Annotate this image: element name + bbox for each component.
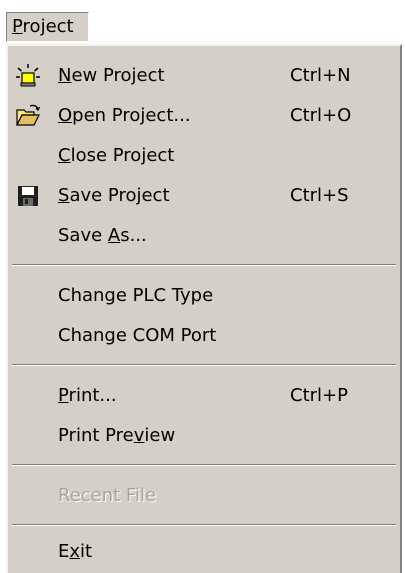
menu-item-recent-file: Recent File bbox=[8, 476, 400, 516]
menubar-project-label: roject bbox=[22, 16, 74, 37]
label-prefix: Save bbox=[58, 225, 108, 246]
menu-item-print-preview[interactable]: Print Preview bbox=[8, 416, 400, 456]
label-accelerator: A bbox=[107, 225, 121, 246]
label-prefix: E bbox=[58, 541, 70, 562]
menu-item-label: Change COM Port bbox=[58, 325, 217, 346]
menu-item-label: Change PLC Type bbox=[58, 285, 214, 306]
label-accelerator: C bbox=[58, 145, 71, 166]
menu-item-new-project[interactable]: New Project Ctrl+N bbox=[8, 56, 400, 96]
menu-item-exit[interactable]: Exit bbox=[8, 532, 400, 572]
menu-separator bbox=[12, 524, 396, 526]
label-accelerator: v bbox=[133, 425, 145, 446]
label-accelerator: O bbox=[58, 105, 73, 126]
label-accelerator: S bbox=[58, 185, 70, 206]
menu-item-change-com-port[interactable]: Change COM Port bbox=[8, 316, 400, 356]
menu-item-label: Print Preview bbox=[58, 416, 175, 456]
menu-item-save-project[interactable]: Save Project Ctrl+S bbox=[8, 176, 400, 216]
menu-item-change-plc-type[interactable]: Change PLC Type bbox=[8, 276, 400, 316]
menu-item-label: Recent File bbox=[58, 485, 157, 506]
menu-item-label: Save As... bbox=[58, 216, 147, 256]
new-project-icon bbox=[15, 63, 41, 89]
menu-separator bbox=[12, 264, 396, 266]
label-accelerator: x bbox=[69, 541, 81, 562]
label-suffix: ew Project bbox=[71, 65, 165, 86]
menu-item-close-project[interactable]: Close Project bbox=[8, 136, 400, 176]
shortcut-ctrl-p: Ctrl+P bbox=[290, 385, 348, 406]
menu-item-label: Exit bbox=[58, 532, 92, 572]
shortcut-ctrl-s: Ctrl+S bbox=[290, 185, 349, 206]
label-accelerator: P bbox=[58, 385, 69, 406]
label-accelerator: N bbox=[58, 65, 72, 86]
menu-item-label: Open Project... bbox=[58, 96, 191, 136]
project-menu: New Project Ctrl+N Open Project... Ctrl+… bbox=[6, 44, 402, 573]
label-suffix: lose Project bbox=[70, 145, 175, 166]
menu-item-label: Save Project bbox=[58, 176, 170, 216]
shortcut-ctrl-o: Ctrl+O bbox=[290, 105, 352, 126]
menu-item-print[interactable]: Print... Ctrl+P bbox=[8, 376, 400, 416]
shortcut-ctrl-n: Ctrl+N bbox=[290, 65, 351, 86]
label-suffix: ave Project bbox=[69, 185, 170, 206]
label-suffix: s... bbox=[120, 225, 147, 246]
floppy-disk-icon bbox=[15, 183, 41, 209]
label-suffix: it bbox=[80, 541, 93, 562]
label-prefix: Print Pre bbox=[58, 425, 134, 446]
menubar-project-accel: P bbox=[12, 16, 23, 37]
menu-item-open-project[interactable]: Open Project... Ctrl+O bbox=[8, 96, 400, 136]
menu-item-label: Close Project bbox=[58, 136, 174, 176]
menu-item-save-as[interactable]: Save As... bbox=[8, 216, 400, 256]
menu-item-label: Print... bbox=[58, 376, 117, 416]
label-suffix: pen Project... bbox=[72, 105, 191, 126]
menu-separator bbox=[12, 364, 396, 366]
label-suffix: iew bbox=[144, 425, 176, 446]
menubar-project[interactable]: Project bbox=[6, 12, 89, 42]
menu-separator bbox=[12, 464, 396, 466]
label-suffix: rint... bbox=[68, 385, 117, 406]
menu-item-label: New Project bbox=[58, 56, 165, 96]
open-folder-icon bbox=[15, 103, 41, 129]
